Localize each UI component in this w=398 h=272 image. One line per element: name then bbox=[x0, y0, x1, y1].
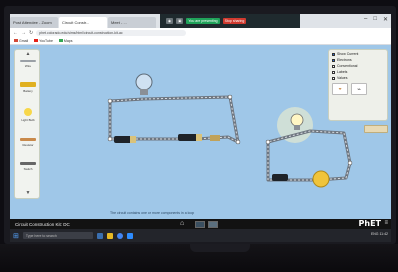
option-electrons[interactable]: Electrons bbox=[332, 58, 384, 62]
radio[interactable] bbox=[332, 58, 335, 62]
schematic-view-icon: ⌁ bbox=[357, 86, 361, 93]
file-explorer-icon[interactable] bbox=[106, 232, 113, 239]
windows-start-icon[interactable]: ⊞ bbox=[13, 232, 19, 240]
battery-cap bbox=[196, 134, 202, 141]
camera-icon[interactable]: ▣ bbox=[176, 18, 184, 24]
zoom-icon[interactable] bbox=[126, 232, 133, 239]
checkbox[interactable] bbox=[332, 52, 335, 56]
bookmark-label: Gmail bbox=[19, 38, 29, 43]
lifelike-view-button[interactable]: ◒ bbox=[332, 83, 348, 95]
bookmarks-bar: Gmail YouTube Maps bbox=[10, 37, 391, 45]
meet-sharing-bar: ◉ ▣ You are presenting Stop sharing bbox=[160, 14, 300, 28]
option-label: Electrons bbox=[337, 58, 352, 62]
screen-intro-button[interactable] bbox=[195, 220, 205, 228]
option-values[interactable]: Values bbox=[332, 76, 384, 80]
gmail-icon bbox=[14, 39, 18, 42]
view-controls-panel: Show Current Electrons Conventional Labe… bbox=[328, 49, 388, 121]
option-label: Values bbox=[337, 76, 348, 80]
bulb-base bbox=[140, 89, 148, 95]
simulation-canvas[interactable]: ▲ Wire Battery Light Bulb Resistor Switc… bbox=[10, 45, 391, 219]
maximize-icon[interactable]: □ bbox=[373, 16, 377, 23]
tab-label: Meet - ... bbox=[111, 20, 127, 25]
option-labels[interactable]: Labels bbox=[332, 70, 384, 74]
forward-icon[interactable]: → bbox=[21, 30, 26, 36]
minimize-icon[interactable]: – bbox=[364, 16, 367, 23]
bookmark-label: YouTube bbox=[39, 38, 53, 43]
wire-path[interactable] bbox=[266, 129, 352, 182]
taskbar-search[interactable]: Type here to search bbox=[22, 232, 93, 239]
junction-node[interactable] bbox=[107, 98, 113, 104]
taskbar: ⊞ Type here to search ENG 11:42 bbox=[10, 229, 391, 242]
phet-navbar: Circuit Construction Kit: DC ⌂ PhET ≡ bbox=[10, 219, 391, 229]
lightbulb-icon[interactable] bbox=[290, 113, 304, 127]
junction-node[interactable] bbox=[265, 139, 271, 145]
junction-node[interactable] bbox=[347, 160, 353, 166]
close-icon[interactable]: ✕ bbox=[383, 16, 388, 23]
coin-cell-icon[interactable] bbox=[312, 170, 330, 188]
option-show-current[interactable]: Show Current bbox=[332, 52, 384, 56]
tab-meet[interactable]: Meet - ... bbox=[108, 17, 156, 28]
chrome-icon[interactable] bbox=[116, 232, 123, 239]
lightbulb-icon[interactable] bbox=[135, 73, 153, 91]
mic-icon[interactable]: ◉ bbox=[166, 18, 174, 24]
tab-zoom[interactable]: Post Attendee - Zoom bbox=[10, 17, 58, 28]
youtube-icon bbox=[34, 39, 39, 42]
task-view-icon[interactable] bbox=[96, 232, 103, 239]
stop-sharing-button[interactable]: Stop sharing bbox=[222, 18, 247, 24]
battery-cap bbox=[130, 136, 136, 143]
url-field[interactable]: phet.colorado.edu/sims/html/circuit-cons… bbox=[36, 29, 187, 36]
junction-node[interactable] bbox=[227, 94, 233, 100]
bulb-base bbox=[294, 125, 300, 130]
option-label: Show Current bbox=[337, 52, 359, 56]
window-controls: – □ ✕ bbox=[364, 16, 388, 23]
back-icon[interactable]: ← bbox=[13, 30, 18, 36]
checkbox[interactable] bbox=[332, 70, 335, 74]
address-bar: ← → ↻ phet.colorado.edu/sims/html/circui… bbox=[10, 28, 391, 37]
system-tray: ENG 11:42 bbox=[370, 232, 388, 236]
bookmark-youtube[interactable]: YouTube bbox=[34, 39, 53, 43]
presenting-badge: You are presenting bbox=[186, 18, 220, 24]
view-type-selector: ◒ ⌁ bbox=[332, 83, 384, 95]
tab-label: Circuit Constr... bbox=[62, 20, 90, 25]
tab-circuit-kit[interactable]: Circuit Constr... bbox=[59, 17, 107, 28]
junction-node[interactable] bbox=[235, 139, 241, 145]
option-conventional[interactable]: Conventional bbox=[332, 64, 384, 68]
menu-icon[interactable]: ≡ bbox=[384, 220, 388, 226]
status-message: The circuit contains one or more compone… bbox=[110, 211, 195, 215]
checkbox[interactable] bbox=[332, 76, 335, 80]
tab-label: Post Attendee - Zoom bbox=[13, 20, 52, 25]
junction-node[interactable] bbox=[107, 136, 113, 142]
reload-icon[interactable]: ↻ bbox=[29, 30, 33, 36]
monitor-stand bbox=[190, 244, 250, 252]
circuit-left bbox=[107, 73, 241, 145]
bookmark-gmail[interactable]: Gmail bbox=[14, 39, 28, 43]
bookmark-label: Maps bbox=[63, 38, 73, 43]
bulb-view-icon: ◒ bbox=[338, 86, 342, 92]
phet-logo[interactable]: PhET bbox=[359, 219, 381, 228]
maps-icon bbox=[58, 39, 63, 42]
screen-lab-button[interactable] bbox=[208, 220, 218, 228]
option-label: Conventional bbox=[337, 64, 358, 68]
bookmark-maps[interactable]: Maps bbox=[58, 38, 73, 43]
sensor-toolbox[interactable] bbox=[364, 125, 388, 133]
radio[interactable] bbox=[332, 64, 335, 68]
sim-title: Circuit Construction Kit: DC bbox=[15, 221, 70, 227]
option-label: Labels bbox=[337, 70, 348, 74]
screen: Post Attendee - Zoom Circuit Constr... M… bbox=[10, 14, 391, 242]
schematic-view-button[interactable]: ⌁ bbox=[351, 83, 367, 95]
battery-icon[interactable] bbox=[272, 174, 288, 181]
resistor-icon[interactable] bbox=[210, 135, 220, 141]
home-icon[interactable]: ⌂ bbox=[180, 220, 184, 227]
